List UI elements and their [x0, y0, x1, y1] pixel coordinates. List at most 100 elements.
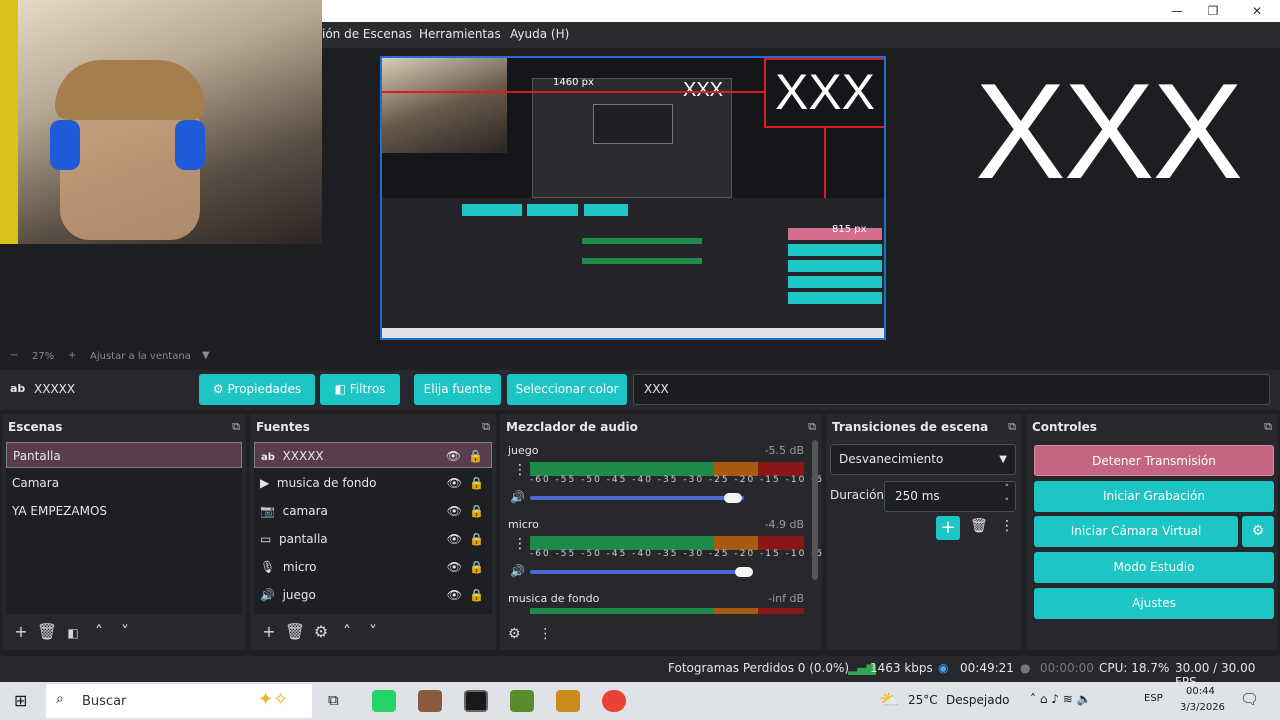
whatsapp-icon[interactable] [372, 690, 396, 712]
tray-icons[interactable]: ˄ ⌂ ♪ ≋ 🔈 [1030, 692, 1092, 706]
start-recording-button[interactable]: Iniciar Grabación [1034, 481, 1274, 512]
lock-icon[interactable]: 🔒 [469, 582, 484, 608]
add-transition-button[interactable]: + [936, 516, 960, 540]
eye-icon[interactable]: 👁 [447, 582, 462, 608]
notification-icon[interactable]: 🗨 [1240, 690, 1259, 708]
task-view-icon[interactable]: ⧉ [328, 691, 339, 709]
fit-to-window[interactable]: Ajustar a la ventana [90, 351, 191, 362]
transitions-dock: Transiciones de escena ⧉ Desvanecimiento… [826, 414, 1022, 650]
language-indicator[interactable]: ESP [1144, 693, 1163, 704]
volume-slider[interactable] [530, 496, 744, 500]
minecraft-icon[interactable] [510, 690, 534, 712]
transition-select[interactable]: Desvanecimiento ▼ [830, 444, 1016, 475]
maximize-icon[interactable]: ❐ [1198, 2, 1228, 20]
eye-icon[interactable]: 👁 [447, 554, 462, 580]
filters-button[interactable]: ◧ Filtros [320, 374, 400, 405]
lock-icon[interactable]: 🔒 [468, 443, 483, 469]
text-value-input[interactable]: XXX [633, 374, 1270, 405]
scene-item-camara[interactable]: Camara [6, 470, 242, 496]
menu-help[interactable]: Ayuda (H) [510, 27, 569, 41]
windows-start-icon[interactable]: ⊞ [14, 691, 27, 710]
source-item-musica[interactable]: ▶ musica de fondo 👁 🔒 [254, 470, 492, 496]
nested-preview[interactable]: 1460 px XXX XXX 815 px [380, 56, 886, 340]
down-arrow-icon[interactable]: ˅ [360, 622, 386, 641]
volume-slider[interactable] [530, 570, 744, 574]
zoom-in-button[interactable]: + [68, 350, 76, 361]
obs-icon[interactable] [464, 690, 488, 712]
trash-icon[interactable]: 🗑 [282, 622, 308, 641]
choose-font-button[interactable]: Elija fuente [414, 374, 501, 405]
zoom-row: − 27% + Ajustar a la ventana ▼ [0, 348, 1280, 366]
weather-desc: Despejado [946, 693, 1010, 707]
undock-icon[interactable]: ⧉ [482, 420, 490, 434]
properties-button[interactable]: ⚙ Propiedades [199, 374, 315, 405]
add-icon[interactable]: + [256, 622, 282, 641]
selected-text-source[interactable]: XXX [764, 58, 884, 128]
add-icon[interactable]: + [8, 622, 34, 641]
undock-icon[interactable]: ⧉ [1264, 420, 1272, 434]
transitions-title: Transiciones de escena [832, 420, 989, 434]
lock-icon[interactable]: 🔒 [469, 470, 484, 496]
source-item-pantalla[interactable]: ▭ pantalla 👁 🔒 [254, 526, 492, 552]
choose-color-button[interactable]: Seleccionar color [507, 374, 627, 405]
zoom-out-button[interactable]: − [10, 350, 18, 361]
clock-date[interactable]: 3/3/2026 [1180, 702, 1225, 713]
gear-icon[interactable]: ⚙ [508, 626, 521, 642]
game-icon[interactable] [556, 690, 580, 712]
undock-icon[interactable]: ⧉ [1008, 420, 1016, 434]
source-item-xxxxx[interactable]: ab XXXXX 👁 🔒 [254, 442, 492, 468]
eye-icon[interactable]: 👁 [446, 443, 461, 469]
eye-icon[interactable]: 👁 [447, 526, 462, 552]
nested-taskbar [382, 328, 884, 338]
undock-icon[interactable]: ⧉ [808, 420, 816, 434]
more-vertical-icon[interactable]: ⋮ [513, 536, 527, 552]
more-vertical-icon[interactable]: ⋮ [1000, 518, 1014, 534]
settings-button[interactable]: Ajustes [1034, 588, 1274, 619]
lock-icon[interactable]: 🔒 [469, 498, 484, 524]
taskbar-search[interactable]: ⌕ Buscar ✦✧ [46, 684, 312, 718]
gear-icon: ⚙ [212, 382, 224, 396]
volume-knob[interactable] [735, 567, 753, 577]
stop-stream-button[interactable]: Detener Transmisión [1034, 445, 1274, 476]
mixer-scrollbar[interactable] [812, 440, 818, 580]
more-vertical-icon[interactable]: ⋮ [513, 462, 527, 478]
chevron-down-icon[interactable]: ▼ [202, 350, 210, 361]
close-icon[interactable]: ✕ [1242, 2, 1272, 20]
filter-icon[interactable]: ◧ [60, 626, 86, 640]
up-arrow-icon[interactable]: ˄ [334, 622, 360, 641]
zoom-level: 27% [32, 351, 55, 362]
more-vertical-icon[interactable]: ⋮ [538, 626, 552, 642]
duration-input[interactable]: 250 ms ˄ ˅ [884, 481, 1016, 512]
minimize-icon[interactable]: — [1162, 2, 1192, 20]
start-virtual-cam-button[interactable]: Iniciar Cámara Virtual [1034, 516, 1238, 547]
cpu-usage: CPU: 18.7% [1099, 661, 1170, 675]
menu-scene-collection[interactable]: ión de Escenas [322, 27, 412, 41]
preview-canvas[interactable]: 1460 px XXX XXX 815 px XXX [0, 0, 1280, 348]
eye-icon[interactable]: 👁 [447, 498, 462, 524]
undock-icon[interactable]: ⧉ [232, 420, 240, 434]
volume-knob[interactable] [724, 493, 743, 503]
source-item-micro[interactable]: 🎙 micro 👁 🔒 [254, 554, 492, 580]
scene-item-ya-empezamos[interactable]: YA EMPEZAMOS [6, 498, 242, 524]
chrome-icon[interactable] [602, 690, 626, 712]
gear-icon[interactable]: ⚙ [308, 622, 334, 641]
app-icon[interactable] [418, 690, 442, 712]
scene-item-pantalla[interactable]: Pantalla [6, 442, 242, 468]
spinner-icon[interactable]: ˄ ˅ [1005, 482, 1010, 510]
virtual-cam-settings-button[interactable]: ⚙ [1242, 516, 1274, 547]
speaker-icon[interactable]: 🔊 [510, 564, 525, 578]
studio-mode-button[interactable]: Modo Estudio [1034, 552, 1274, 583]
source-item-juego[interactable]: 🔊 juego 👁 🔒 [254, 582, 492, 608]
clock-time[interactable]: 00:44 [1186, 686, 1215, 697]
trash-icon[interactable]: 🗑 [34, 622, 60, 641]
lock-icon[interactable]: 🔒 [469, 526, 484, 552]
source-item-camara[interactable]: 📷 camara 👁 🔒 [254, 498, 492, 524]
lock-icon[interactable]: 🔒 [469, 554, 484, 580]
down-arrow-icon[interactable]: ˅ [112, 622, 138, 641]
trash-icon[interactable]: 🗑 [970, 518, 988, 534]
up-arrow-icon[interactable]: ˄ [86, 622, 112, 641]
controls-title: Controles [1032, 420, 1097, 434]
eye-icon[interactable]: 👁 [447, 470, 462, 496]
menu-tools[interactable]: Herramientas [419, 27, 501, 41]
speaker-icon[interactable]: 🔊 [510, 490, 525, 504]
